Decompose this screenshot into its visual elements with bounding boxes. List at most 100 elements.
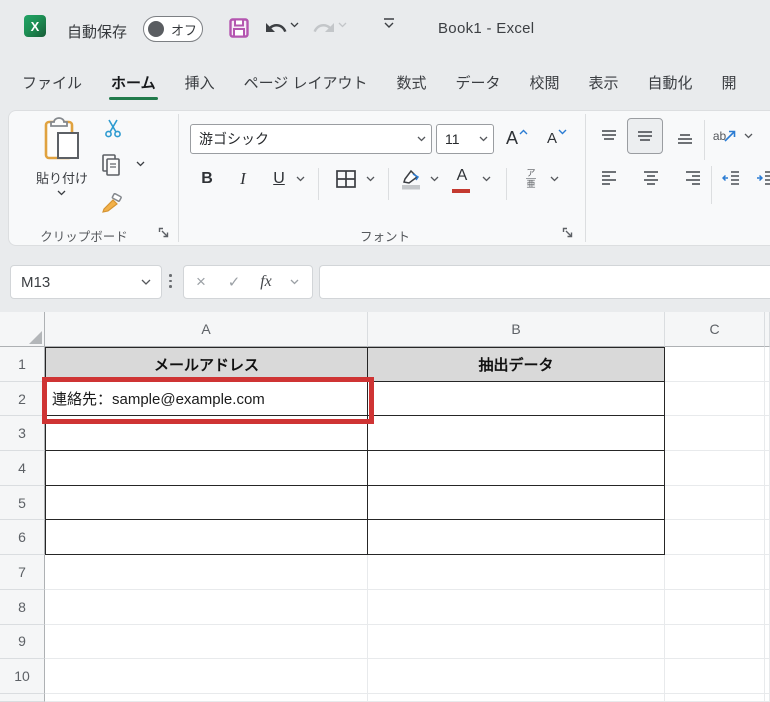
borders-dropdown[interactable] [366, 176, 375, 182]
fill-color-button[interactable] [396, 162, 426, 196]
italic-button[interactable]: I [229, 164, 257, 194]
cell-C10[interactable] [665, 659, 765, 694]
font-dialog-launcher[interactable] [562, 227, 576, 241]
cell-A1[interactable]: メールアドレス [45, 347, 368, 382]
cell-B10[interactable] [368, 659, 665, 694]
cell-C9[interactable] [665, 624, 765, 660]
cell-A7[interactable] [45, 555, 368, 590]
cell-C5[interactable] [665, 485, 765, 521]
tab-automate[interactable]: 自動化 [646, 64, 695, 105]
formula-bar-dropdown[interactable] [282, 266, 306, 298]
align-center-button[interactable] [637, 164, 665, 194]
row-header-9[interactable]: 9 [0, 624, 45, 660]
cell-A4[interactable] [45, 451, 368, 486]
cell-B8[interactable] [368, 589, 665, 625]
cell-A8[interactable] [45, 589, 368, 625]
save-button[interactable] [226, 15, 252, 41]
cell-C1[interactable] [665, 347, 765, 382]
column-header-b[interactable]: B [368, 312, 665, 347]
cell-A2[interactable]: 連絡先：sample@example.com [45, 381, 368, 417]
cell-C8[interactable] [665, 589, 765, 625]
font-color-button[interactable]: A [448, 162, 476, 196]
fill-color-dropdown[interactable] [430, 176, 439, 182]
tab-data[interactable]: データ [453, 64, 502, 105]
decrease-font-size-button[interactable]: A [540, 122, 574, 154]
select-all-corner[interactable] [0, 312, 45, 347]
row-header-6[interactable]: 6 [0, 520, 45, 556]
column-header-a[interactable]: A [45, 312, 368, 347]
underline-button[interactable]: U [265, 164, 293, 194]
cell-C4[interactable] [665, 451, 765, 486]
tab-view[interactable]: 表示 [587, 64, 621, 105]
row-header-8[interactable]: 8 [0, 589, 45, 625]
cell-B6[interactable] [368, 520, 665, 556]
format-painter-button[interactable] [96, 190, 128, 218]
formula-input[interactable] [319, 265, 770, 299]
excel-logo-icon[interactable]: X [24, 15, 46, 37]
top-align-button[interactable] [595, 122, 623, 152]
copy-dropdown[interactable] [136, 161, 145, 167]
cell-A6[interactable] [45, 520, 368, 556]
cell-A3[interactable] [45, 416, 368, 452]
insert-function-button[interactable]: fx [250, 266, 282, 298]
cell-C7[interactable] [665, 555, 765, 590]
copy-button[interactable] [96, 150, 126, 180]
font-color-dropdown[interactable] [482, 176, 491, 182]
cell-B9[interactable] [368, 624, 665, 660]
tab-developer-partial[interactable]: 開 [720, 64, 739, 105]
cancel-button[interactable]: × [184, 266, 218, 298]
cell-B5[interactable] [368, 485, 665, 521]
paste-button[interactable] [36, 114, 86, 166]
paste-dropdown[interactable] [57, 190, 66, 196]
cell-B1[interactable]: 抽出データ [368, 347, 665, 382]
row-header-5[interactable]: 5 [0, 485, 45, 521]
clipboard-dialog-launcher[interactable] [158, 227, 172, 241]
undo-dropdown[interactable] [290, 22, 299, 28]
customize-quick-access-toolbar-button[interactable] [384, 18, 394, 29]
row-header-10[interactable]: 10 [0, 659, 45, 694]
tab-home[interactable]: ホーム [109, 64, 158, 105]
cell-B2[interactable] [368, 381, 665, 417]
name-box[interactable]: M13 [10, 265, 162, 299]
row-header-3[interactable]: 3 [0, 416, 45, 452]
redo-button[interactable] [310, 14, 338, 42]
decrease-indent-button[interactable] [718, 164, 746, 194]
cell-A5[interactable] [45, 485, 368, 521]
name-box-resizer-icon[interactable] [169, 274, 172, 288]
autosave-toggle[interactable]: オフ [143, 16, 203, 42]
tab-insert[interactable]: 挿入 [183, 64, 217, 105]
cell-A10[interactable] [45, 659, 368, 694]
font-name-combo[interactable]: 游ゴシック [190, 124, 432, 154]
middle-align-button-selected[interactable] [627, 118, 663, 154]
cut-button[interactable] [98, 114, 128, 142]
borders-button[interactable] [330, 164, 362, 194]
align-left-button[interactable] [595, 164, 623, 194]
tab-formulas[interactable]: 数式 [394, 64, 428, 105]
increase-font-size-button[interactable]: A [500, 122, 534, 154]
cell-B3[interactable] [368, 416, 665, 452]
cell-B4[interactable] [368, 451, 665, 486]
bold-button[interactable]: B [193, 164, 221, 194]
cell-C6[interactable] [665, 520, 765, 556]
cell-C3[interactable] [665, 416, 765, 452]
row-header-2[interactable]: 2 [0, 381, 45, 417]
cell-C2[interactable] [665, 381, 765, 417]
orientation-button[interactable]: ab [710, 120, 740, 152]
phonetic-dropdown[interactable] [550, 176, 559, 182]
cell-A9[interactable] [45, 624, 368, 660]
enter-button[interactable]: ✓ [218, 266, 250, 298]
column-header-c[interactable]: C [665, 312, 765, 347]
cell-B7[interactable] [368, 555, 665, 590]
tab-review[interactable]: 校閲 [528, 64, 562, 105]
undo-button[interactable] [262, 14, 290, 42]
orientation-dropdown[interactable] [744, 133, 753, 139]
underline-dropdown[interactable] [296, 176, 305, 182]
bottom-align-button[interactable] [671, 122, 699, 152]
increase-indent-button[interactable] [752, 164, 770, 194]
phonetic-guide-button[interactable]: ア 亜 [518, 164, 544, 194]
redo-dropdown[interactable] [338, 22, 347, 28]
align-right-button[interactable] [679, 164, 707, 194]
tab-file[interactable]: ファイル [20, 64, 84, 105]
row-header-4[interactable]: 4 [0, 451, 45, 486]
row-header-7[interactable]: 7 [0, 555, 45, 590]
